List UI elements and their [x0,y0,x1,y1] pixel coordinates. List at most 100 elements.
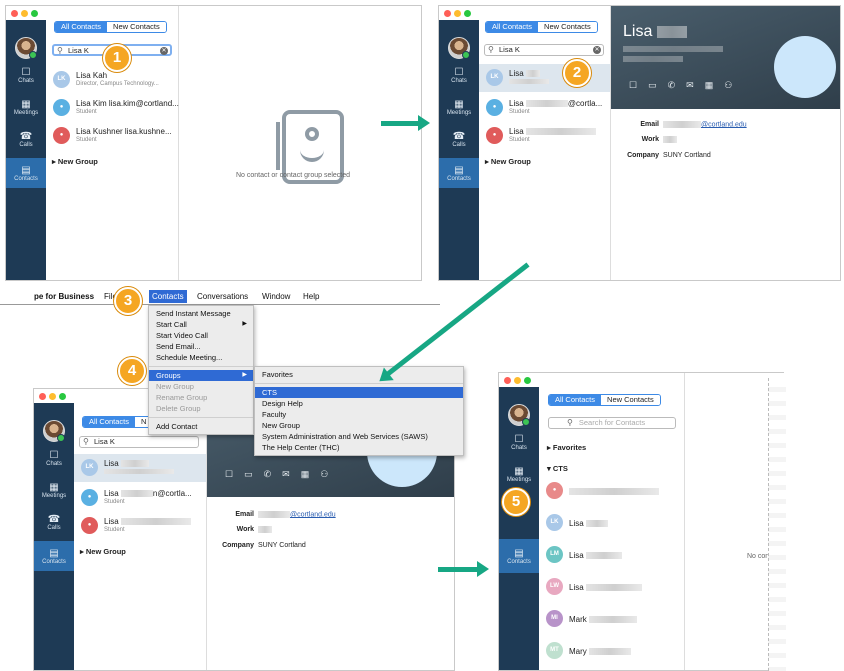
list-item[interactable]: MT Mary [539,637,684,665]
list-item[interactable]: MI Mark [539,605,684,633]
search-input[interactable]: ⚲ Search for Contacts [548,417,676,429]
menu-window[interactable]: Window [262,292,290,301]
window-controls[interactable] [444,10,471,17]
menu-item-faculty[interactable]: Faculty [255,409,463,420]
menu-item-delete-group: Delete Group [156,404,201,413]
list-item[interactable]: ● Lisa Student [74,512,206,538]
avatar[interactable] [43,420,65,442]
group-cts[interactable]: ▾ CTS [547,464,568,473]
sidebar-item-chats[interactable]: ☐ Chats [439,60,479,90]
tab-new-contacts[interactable]: New Contacts [538,22,597,32]
group-icon[interactable]: ⚇ [320,469,328,480]
sidebar-item-contacts[interactable]: ▤ Contacts [6,158,46,188]
sidebar-item-calls[interactable]: ☎ Calls [34,507,74,537]
chat-icon[interactable]: ☐ [225,469,233,480]
tab-new-contacts[interactable]: New Contacts [601,395,660,405]
sidebar-item-contacts[interactable]: ▤ Contacts [499,539,539,573]
chat-icon[interactable]: ☐ [629,80,637,91]
phone-icon[interactable]: ✆ [668,80,676,91]
list-item[interactable]: ● [539,477,684,505]
list-item[interactable]: LM Lisa [539,541,684,569]
phone-icon[interactable]: ✆ [264,469,272,480]
email-link[interactable]: @cortland.edu [290,511,336,518]
search-icon: ⚲ [83,437,89,446]
sidebar-item-contacts[interactable]: ▤ Contacts [439,158,479,188]
menu-contacts[interactable]: Contacts [149,290,187,303]
sidebar-item-chats[interactable]: ☐ Chats [6,60,46,90]
group-icon[interactable]: ⚇ [724,80,732,91]
avatar[interactable] [448,37,470,59]
menu-item-start-video[interactable]: Start Video Call [149,330,253,341]
clear-icon[interactable]: ✕ [160,47,168,55]
menu-item-groups[interactable]: Groups ▶ [149,370,253,381]
sidebar-item-chats[interactable]: ☐ Chats [499,427,539,457]
tab-all-contacts[interactable]: All Contacts [549,395,602,405]
clear-icon[interactable]: ✕ [593,46,601,54]
avatar[interactable] [15,37,37,59]
company-row: Company SUNY Cortland [222,542,306,549]
menu-item-add-contact[interactable]: Add Contact [149,421,253,432]
avatar: ● [81,489,98,506]
video-icon[interactable]: ▭ [244,469,253,480]
menu-item-favorites[interactable]: Favorites [255,369,463,380]
tab-all-contacts[interactable]: All Contacts [55,22,108,32]
calendar-icon: ▦ [454,98,464,110]
new-group-toggle[interactable]: ▸ New Group [485,157,531,166]
menu-item-send-email[interactable]: Send Email... [149,341,253,352]
avatar: LW [546,578,563,595]
group-favorites[interactable]: ▸ Favorites [547,443,586,452]
avatar[interactable] [508,404,530,426]
window-controls[interactable] [504,377,531,384]
window-controls[interactable] [11,10,38,17]
avatar: LK [81,459,98,476]
sidebar-item-meetings[interactable]: ▦ Meetings [499,459,539,489]
tab-new-contacts[interactable]: New Contacts [107,22,166,32]
sidebar-item-calls[interactable]: ☎ Calls [6,124,46,154]
video-icon[interactable]: ▭ [648,80,657,91]
menu-item-design-help[interactable]: Design Help [255,398,463,409]
menu-item-cts[interactable]: CTS [255,387,463,398]
search-input[interactable]: ⚲ Lisa K [79,436,199,448]
contact-list-pane: All Contacts New Contacts ⚲ Search for Co… [539,373,685,670]
sidebar-item-meetings[interactable]: ▦ Meetings [34,475,74,505]
avatar: LK [486,69,503,86]
email-link[interactable]: @cortland.edu [701,121,747,128]
list-item[interactable]: LK Lisa [74,454,206,482]
tab-all-contacts[interactable]: All Contacts [486,22,539,32]
sidebar-item-chats[interactable]: ☐ Chats [34,443,74,473]
menu-conversations[interactable]: Conversations [197,292,248,301]
submenu-arrow-icon: ▶ [242,372,247,378]
new-group-toggle[interactable]: ▸ New Group [80,547,126,556]
menu-item-saws[interactable]: System Administration and Web Services (… [255,431,463,442]
window-controls[interactable] [39,393,66,400]
sidebar-item-contacts[interactable]: ▤ Contacts [34,541,74,571]
calendar-icon[interactable]: ▦ [301,469,310,480]
sidebar-item-meetings[interactable]: ▦ Meetings [439,92,479,122]
menu-item-start-call[interactable]: Start Call ▶ [149,319,253,330]
calendar-icon[interactable]: ▦ [705,80,714,91]
email-icon[interactable]: ✉ [282,469,290,480]
contacts-menu: Send Instant Message Start Call ▶ Start V… [148,305,254,435]
menu-item-thc[interactable]: The Help Center (THC) [255,442,463,453]
profile-name: Lisa [623,23,687,41]
sidebar-item-meetings[interactable]: ▦ Meetings [6,92,46,122]
list-item[interactable]: ● Lisa Kushner lisa.kushne... Student [46,122,178,148]
menu-app[interactable]: pe for Business [34,292,94,301]
menu-item-new-group[interactable]: New Group [255,420,463,431]
list-item[interactable]: LW Lisa [539,573,684,601]
sidebar-item-calls[interactable]: ☎ Calls [439,124,479,154]
phone-icon: ☎ [47,513,61,525]
list-item[interactable]: ● Lisa @cortla... Student [479,94,610,120]
list-item[interactable]: ● Lisa n@cortla... Student [74,484,206,510]
list-item[interactable]: ● Lisa Kim lisa.kim@cortland... Student [46,94,179,120]
list-item[interactable]: LK Lisa [539,509,684,537]
new-group-toggle[interactable]: ▸ New Group [52,157,98,166]
email-icon[interactable]: ✉ [686,80,694,91]
list-item[interactable]: ● Lisa Student [479,122,610,148]
step-badge-1: 1 [103,44,131,72]
tab-all-contacts[interactable]: All Contacts [83,417,136,427]
menu-help[interactable]: Help [303,292,319,301]
menu-item-schedule[interactable]: Schedule Meeting... [149,352,253,363]
menu-item-send-im[interactable]: Send Instant Message [149,308,253,319]
search-input[interactable]: ⚲ Lisa K ✕ [484,44,604,56]
